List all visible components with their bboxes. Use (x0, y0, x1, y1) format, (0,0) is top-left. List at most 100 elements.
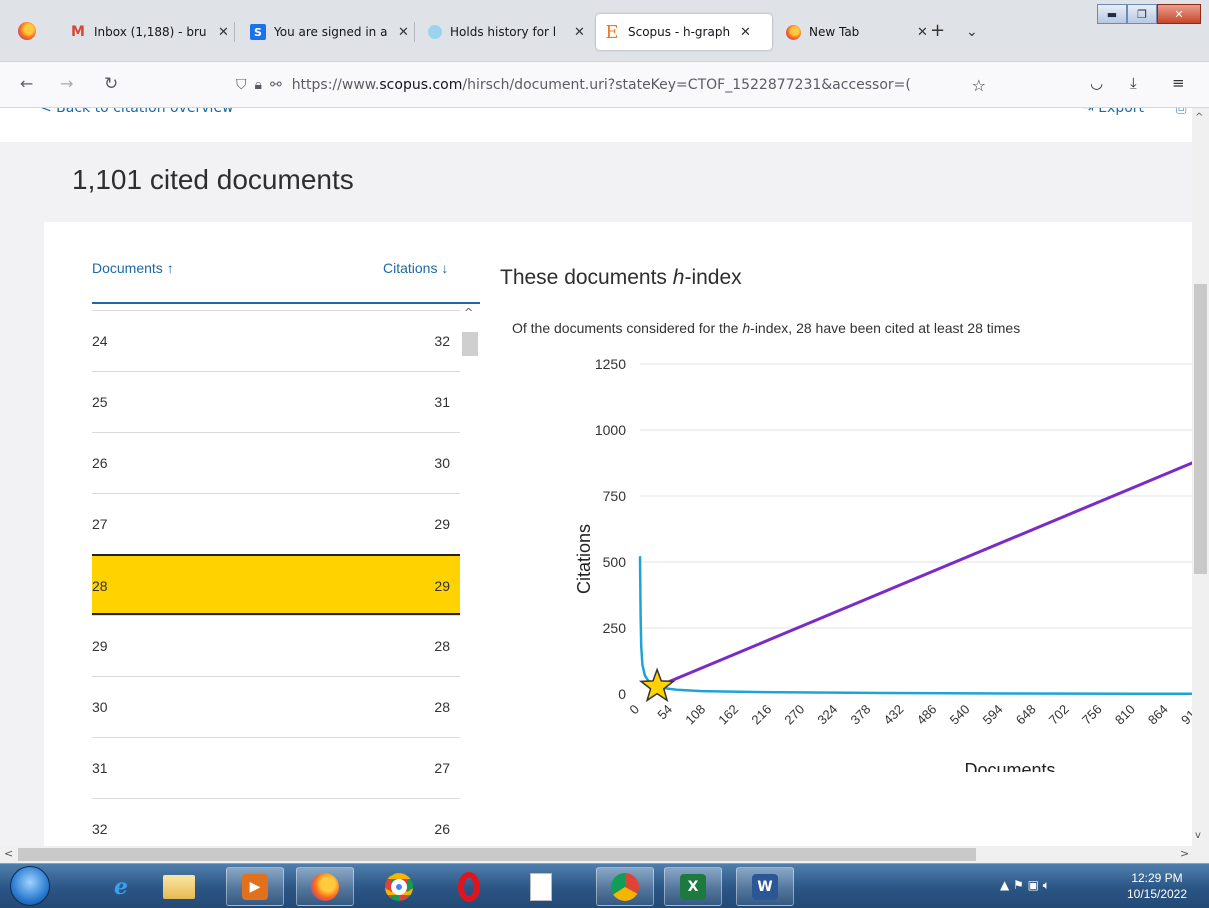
x-tick-label: 324 (814, 702, 840, 728)
scroll-up-icon[interactable]: ^ (1195, 112, 1203, 123)
documents-column-header[interactable]: Documents ↑ (92, 260, 174, 276)
start-button[interactable] (10, 866, 50, 906)
tab-label: Inbox (1,188) - bru (94, 25, 207, 39)
export-link[interactable]: ⇥ Export (1082, 108, 1144, 116)
scroll-right-icon[interactable]: > (1180, 847, 1189, 860)
x-tick-label: 0 (626, 702, 642, 718)
reload-icon[interactable]: ↻ (104, 74, 118, 94)
scroll-thumb[interactable] (462, 332, 478, 356)
tab-gmail[interactable]: M Inbox (1,188) - bru ✕ (70, 14, 235, 50)
table-row[interactable]: 32 26 (92, 798, 460, 846)
back-to-overview-link[interactable]: < Back to citation overview (40, 108, 234, 116)
document-rank: 27 (92, 516, 108, 532)
print-icon[interactable]: ⎙ (1176, 108, 1186, 117)
system-tray[interactable]: ▲ ⚑ ▣ 🔈︎ (1000, 878, 1050, 893)
firefox-menu-icon[interactable] (18, 22, 36, 40)
x-tick-label: 432 (881, 702, 907, 728)
tab-signed-in[interactable]: S You are signed in a ✕ (250, 14, 415, 50)
tab-scopus[interactable]: E Scopus - h-graph ✕ (596, 14, 772, 50)
chrome-alt-icon[interactable] (596, 867, 654, 906)
table-row[interactable]: 29 28 (92, 615, 460, 676)
lock-icon[interactable]: 🔒︎ (255, 77, 262, 93)
y-tick-label: 0 (618, 686, 626, 702)
document-rank: 25 (92, 394, 108, 410)
citation-count: 28 (434, 638, 450, 654)
blank-document-icon[interactable] (512, 867, 570, 906)
tab-new-tab[interactable]: New Tab ✕ (786, 14, 928, 50)
internet-explorer-icon[interactable]: e (92, 867, 150, 906)
firefox-icon (786, 24, 801, 40)
y-tick-label: 250 (603, 620, 627, 636)
close-icon[interactable]: ✕ (574, 25, 585, 40)
close-icon[interactable]: ✕ (218, 25, 229, 40)
file-explorer-icon[interactable] (150, 867, 208, 906)
back-arrow-icon[interactable]: ← (20, 74, 33, 93)
permissions-icon[interactable]: ⚯ (270, 77, 282, 93)
table-row[interactable]: 24 32 (92, 310, 460, 371)
page-horizontal-scrollbar[interactable]: < > (0, 846, 1209, 863)
document-rank: 30 (92, 699, 108, 715)
pocket-icon[interactable]: ◡ (1090, 74, 1103, 92)
word-icon[interactable]: W (736, 867, 794, 906)
holds-icon (428, 25, 442, 39)
table-row[interactable]: 31 27 (92, 737, 460, 798)
document-rank: 29 (92, 638, 108, 654)
header-underline (92, 302, 480, 304)
y-tick-label: 1250 (595, 356, 626, 372)
table-row[interactable]: 26 30 (92, 432, 460, 493)
citation-count: 26 (434, 821, 450, 837)
shield-icon[interactable]: ⛉ (236, 77, 247, 93)
scroll-down-icon[interactable]: v (1195, 830, 1201, 841)
x-tick-label: 864 (1145, 702, 1171, 728)
window-close-icon[interactable]: ✕ (1157, 4, 1201, 24)
table-row[interactable]: 27 29 (92, 493, 460, 554)
tab-label: Scopus - h-graph (628, 25, 731, 39)
new-tab-icon[interactable]: + (930, 20, 945, 41)
horizontal-scroll-thumb[interactable] (18, 848, 976, 861)
close-icon[interactable]: ✕ (917, 25, 928, 40)
opera-icon[interactable] (440, 867, 498, 906)
tab-label: New Tab (809, 25, 860, 39)
table-row[interactable]: 25 31 (92, 371, 460, 432)
forward-arrow-icon[interactable]: → (60, 74, 73, 93)
menu-icon[interactable]: ≡ (1172, 74, 1185, 92)
maximize-icon[interactable]: ❐ (1127, 4, 1157, 24)
windows-taskbar: e ▶ X W ▲ ⚑ ▣ 🔈︎ 12:29 PM 10/15/2022 (0, 863, 1209, 908)
bookmark-star-icon[interactable]: ☆ (972, 76, 986, 95)
url-text[interactable]: https://www.scopus.com/hirsch/document.u… (292, 77, 912, 93)
tab-strip: M Inbox (1,188) - bru ✕ S You are signed… (0, 0, 1209, 62)
page-vertical-scrollbar[interactable]: ^ v (1192, 108, 1209, 846)
scroll-up-icon[interactable]: ^ (464, 306, 473, 319)
document-rank: 32 (92, 821, 108, 837)
minimize-icon[interactable]: ▬ (1097, 4, 1127, 24)
document-rank: 24 (92, 333, 108, 349)
document-rank: 28 (92, 578, 108, 594)
close-icon[interactable]: ✕ (740, 25, 751, 40)
citations-column-header[interactable]: Citations ↓ (383, 260, 448, 276)
x-tick-label: 594 (980, 702, 1006, 728)
table-row-highlighted[interactable]: 28 29 (92, 554, 460, 615)
scroll-left-icon[interactable]: < (4, 847, 13, 860)
chrome-icon[interactable] (370, 867, 428, 906)
navigation-bar: ← → ↻ ⛉ 🔒︎ ⚯ https://www.scopus.com/hirs… (0, 62, 1209, 108)
url-bar[interactable]: ⛉ 🔒︎ ⚯ https://www.scopus.com/hirsch/doc… (228, 68, 996, 102)
s-icon: S (250, 24, 266, 40)
window-controls: ▬ ❐ ✕ (1097, 4, 1201, 24)
page-content: < Back to citation overview ⇥ Export ⎙ 1… (0, 108, 1192, 846)
citation-count: 27 (434, 760, 450, 776)
table-row[interactable]: 30 28 (92, 676, 460, 737)
close-icon[interactable]: ✕ (398, 25, 409, 40)
x-tick-label: 810 (1112, 702, 1138, 728)
chevron-down-icon[interactable]: ⌄ (966, 24, 978, 40)
table-scrollbar[interactable]: ^ (460, 306, 480, 846)
x-tick-label: 162 (715, 702, 741, 728)
excel-icon[interactable]: X (664, 867, 722, 906)
tab-holds-history[interactable]: Holds history for l ✕ (428, 14, 585, 50)
media-player-icon[interactable]: ▶ (226, 867, 284, 906)
firefox-taskbar-icon[interactable] (296, 867, 354, 906)
x-tick-label: 270 (781, 702, 807, 728)
page-scroll-thumb[interactable] (1194, 284, 1207, 574)
clock[interactable]: 12:29 PM 10/15/2022 (1112, 870, 1202, 902)
download-icon[interactable]: ⤓ (1130, 74, 1137, 92)
x-tick-label: 54 (654, 702, 675, 723)
